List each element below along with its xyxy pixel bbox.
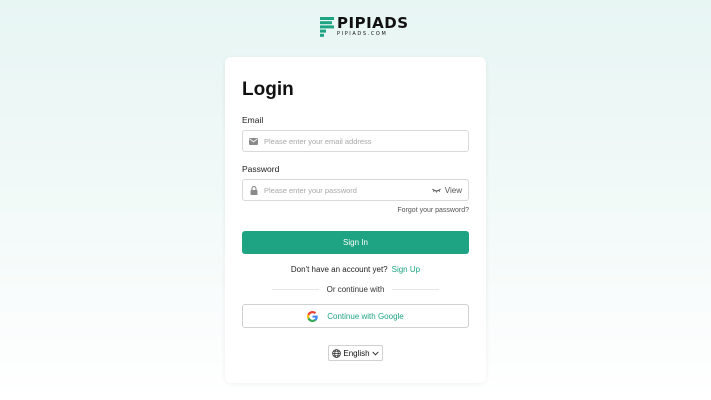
forgot-password-link[interactable]: Forgot your password? bbox=[397, 207, 469, 214]
lock-icon bbox=[249, 185, 258, 195]
sign-up-link[interactable]: Sign Up bbox=[392, 265, 420, 274]
signup-prompt: Don't have an account yet? Sign Up bbox=[225, 265, 486, 274]
divider-line-left bbox=[272, 289, 319, 290]
brand-domain: PIPIADS.COM bbox=[337, 31, 388, 37]
continue-with-google-button[interactable]: Continue with Google bbox=[242, 304, 469, 328]
language-selected: English bbox=[343, 348, 370, 358]
pipiads-logo-icon bbox=[320, 16, 334, 37]
language-select[interactable]: English bbox=[328, 345, 383, 361]
or-divider: Or continue with bbox=[272, 285, 439, 294]
envelope-icon bbox=[249, 137, 258, 146]
globe-icon bbox=[332, 348, 342, 358]
password-input[interactable] bbox=[264, 180, 432, 200]
or-continue-text: Or continue with bbox=[326, 285, 385, 294]
password-label: Password bbox=[242, 164, 280, 174]
divider-line-right bbox=[392, 289, 439, 290]
brand-name: PIPIADS bbox=[337, 14, 409, 32]
email-label: Email bbox=[242, 115, 264, 125]
email-field[interactable] bbox=[242, 130, 469, 152]
email-input[interactable] bbox=[264, 131, 462, 151]
sign-in-button[interactable]: Sign In bbox=[242, 231, 469, 254]
google-icon bbox=[307, 310, 319, 322]
view-password-toggle[interactable]: View bbox=[431, 185, 462, 195]
no-account-text: Don't have an account yet? bbox=[290, 265, 388, 274]
google-button-label: Continue with Google bbox=[327, 311, 404, 321]
login-card: Login Email Password View bbox=[225, 57, 486, 383]
page-title: Login bbox=[242, 79, 294, 100]
eye-closed-icon bbox=[431, 188, 441, 193]
chevron-down-icon bbox=[372, 351, 379, 355]
password-field[interactable]: View bbox=[242, 179, 469, 201]
brand-logo: PIPIADS PIPIADS.COM bbox=[320, 16, 409, 37]
view-label: View bbox=[444, 185, 462, 195]
